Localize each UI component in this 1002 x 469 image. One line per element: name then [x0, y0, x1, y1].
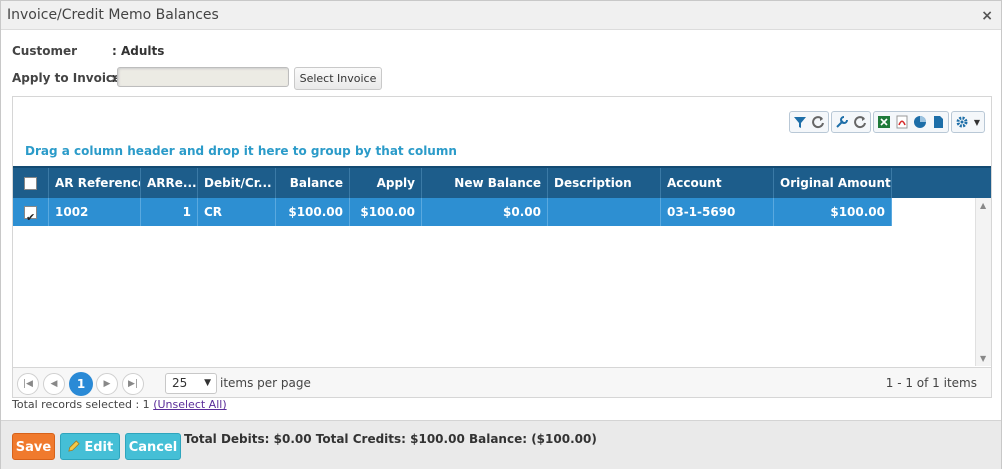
- apply-to-invoice-input[interactable]: [117, 67, 289, 87]
- cell-account: 03-1-5690: [661, 198, 774, 226]
- pencil-icon: [68, 440, 80, 452]
- selection-summary: Total records selected : 1 (Unselect All…: [12, 398, 227, 411]
- column-original-amount[interactable]: Original Amount: [774, 168, 892, 198]
- first-page-button[interactable]: |◀: [17, 373, 39, 395]
- reset-icon[interactable]: [852, 114, 868, 130]
- current-page-button[interactable]: 1: [69, 372, 93, 396]
- cell-new-balance: $0.00: [422, 198, 548, 226]
- column-balance[interactable]: Balance: [276, 168, 350, 198]
- gear-icon[interactable]: [954, 114, 970, 130]
- selection-count: Total records selected : 1: [12, 398, 154, 411]
- excel-icon[interactable]: [876, 114, 892, 130]
- column-new-balance[interactable]: New Balance: [422, 168, 548, 198]
- cell-balance: $100.00: [276, 198, 350, 226]
- column-arre[interactable]: ARRe...: [141, 168, 198, 198]
- next-page-button[interactable]: ▶: [96, 373, 118, 395]
- column-description[interactable]: Description: [548, 168, 661, 198]
- pdf-icon[interactable]: [894, 114, 910, 130]
- column-ar-reference[interactable]: AR Reference: [49, 168, 141, 198]
- select-invoice-button[interactable]: Select Invoice: [294, 67, 382, 90]
- chevron-down-icon: ▼: [204, 378, 211, 388]
- unselect-all-link[interactable]: (Unselect All): [153, 398, 226, 411]
- prev-page-button[interactable]: ◀: [43, 373, 65, 395]
- chevron-down-icon[interactable]: ▼: [972, 114, 982, 130]
- cell-ar-reference: 1002: [49, 198, 141, 226]
- customer-value: : Adults: [112, 44, 165, 58]
- group-drop-hint[interactable]: Drag a column header and drop it here to…: [25, 144, 457, 158]
- chart-icon[interactable]: [912, 114, 928, 130]
- cell-original-amount: $100.00: [774, 198, 892, 226]
- scroll-up-icon[interactable]: ▲: [980, 201, 986, 210]
- save-button[interactable]: Save: [12, 433, 55, 460]
- edit-button[interactable]: Edit: [60, 433, 120, 460]
- footer-bar: Save Edit Cancel Total Debits: $0.00 Tot…: [1, 420, 1001, 469]
- title-bar: Invoice/Credit Memo Balances ×: [1, 1, 1001, 30]
- totals-summary: Total Debits: $0.00 Total Credits: $100.…: [184, 432, 597, 446]
- apply-to-invoice-label: Apply to Invoice: [12, 71, 122, 85]
- table-row[interactable]: 1002 1 CR $100.00 $100.00 $0.00 03-1-569…: [13, 198, 892, 226]
- cell-apply: $100.00: [350, 198, 422, 226]
- row-checkbox-cell[interactable]: [13, 198, 49, 226]
- cell-debit-credit: CR: [198, 198, 276, 226]
- apply-colon: :: [111, 71, 116, 85]
- grid-toolbar: ▼: [789, 111, 985, 133]
- select-all-checkbox[interactable]: [13, 168, 49, 198]
- invoice-balances-dialog: Invoice/Credit Memo Balances × Customer …: [0, 0, 1002, 469]
- filter-icon[interactable]: [792, 114, 808, 130]
- vertical-scrollbar[interactable]: ▲ ▼: [975, 198, 991, 366]
- grid-panel: ▼ Drag a column header and drop it here …: [12, 96, 992, 398]
- grid-header: AR Reference ARRe... Debit/Cr... Balance…: [13, 166, 991, 198]
- customer-label: Customer: [12, 44, 78, 58]
- header-checkbox[interactable]: [24, 177, 37, 190]
- refresh-icon[interactable]: [810, 114, 826, 130]
- pager: |◀ ◀ 1 ▶ ▶| 25 ▼ items per page 1 - 1 of…: [13, 367, 991, 397]
- page-size-select[interactable]: 25 ▼: [165, 373, 217, 394]
- cancel-button[interactable]: Cancel: [125, 433, 181, 460]
- wrench-icon[interactable]: [834, 114, 850, 130]
- scroll-down-icon[interactable]: ▼: [980, 354, 986, 363]
- last-page-button[interactable]: ▶|: [122, 373, 144, 395]
- items-per-page-label: items per page: [220, 376, 311, 390]
- export-group: [873, 111, 949, 133]
- edit-button-label: Edit: [84, 440, 114, 455]
- cell-description: [548, 198, 661, 226]
- column-apply[interactable]: Apply: [350, 168, 422, 198]
- page-size-value: 25: [172, 376, 188, 390]
- close-icon[interactable]: ×: [981, 8, 993, 24]
- column-account[interactable]: Account: [661, 168, 774, 198]
- settings-group: ▼: [951, 111, 985, 133]
- pager-info: 1 - 1 of 1 items: [885, 376, 977, 390]
- row-checkbox[interactable]: [24, 204, 37, 226]
- column-group: [831, 111, 871, 133]
- dialog-title: Invoice/Credit Memo Balances: [7, 7, 219, 23]
- document-icon[interactable]: [930, 114, 946, 130]
- cell-arre: 1: [141, 198, 198, 226]
- filter-group: [789, 111, 829, 133]
- column-debit-credit[interactable]: Debit/Cr...: [198, 168, 276, 198]
